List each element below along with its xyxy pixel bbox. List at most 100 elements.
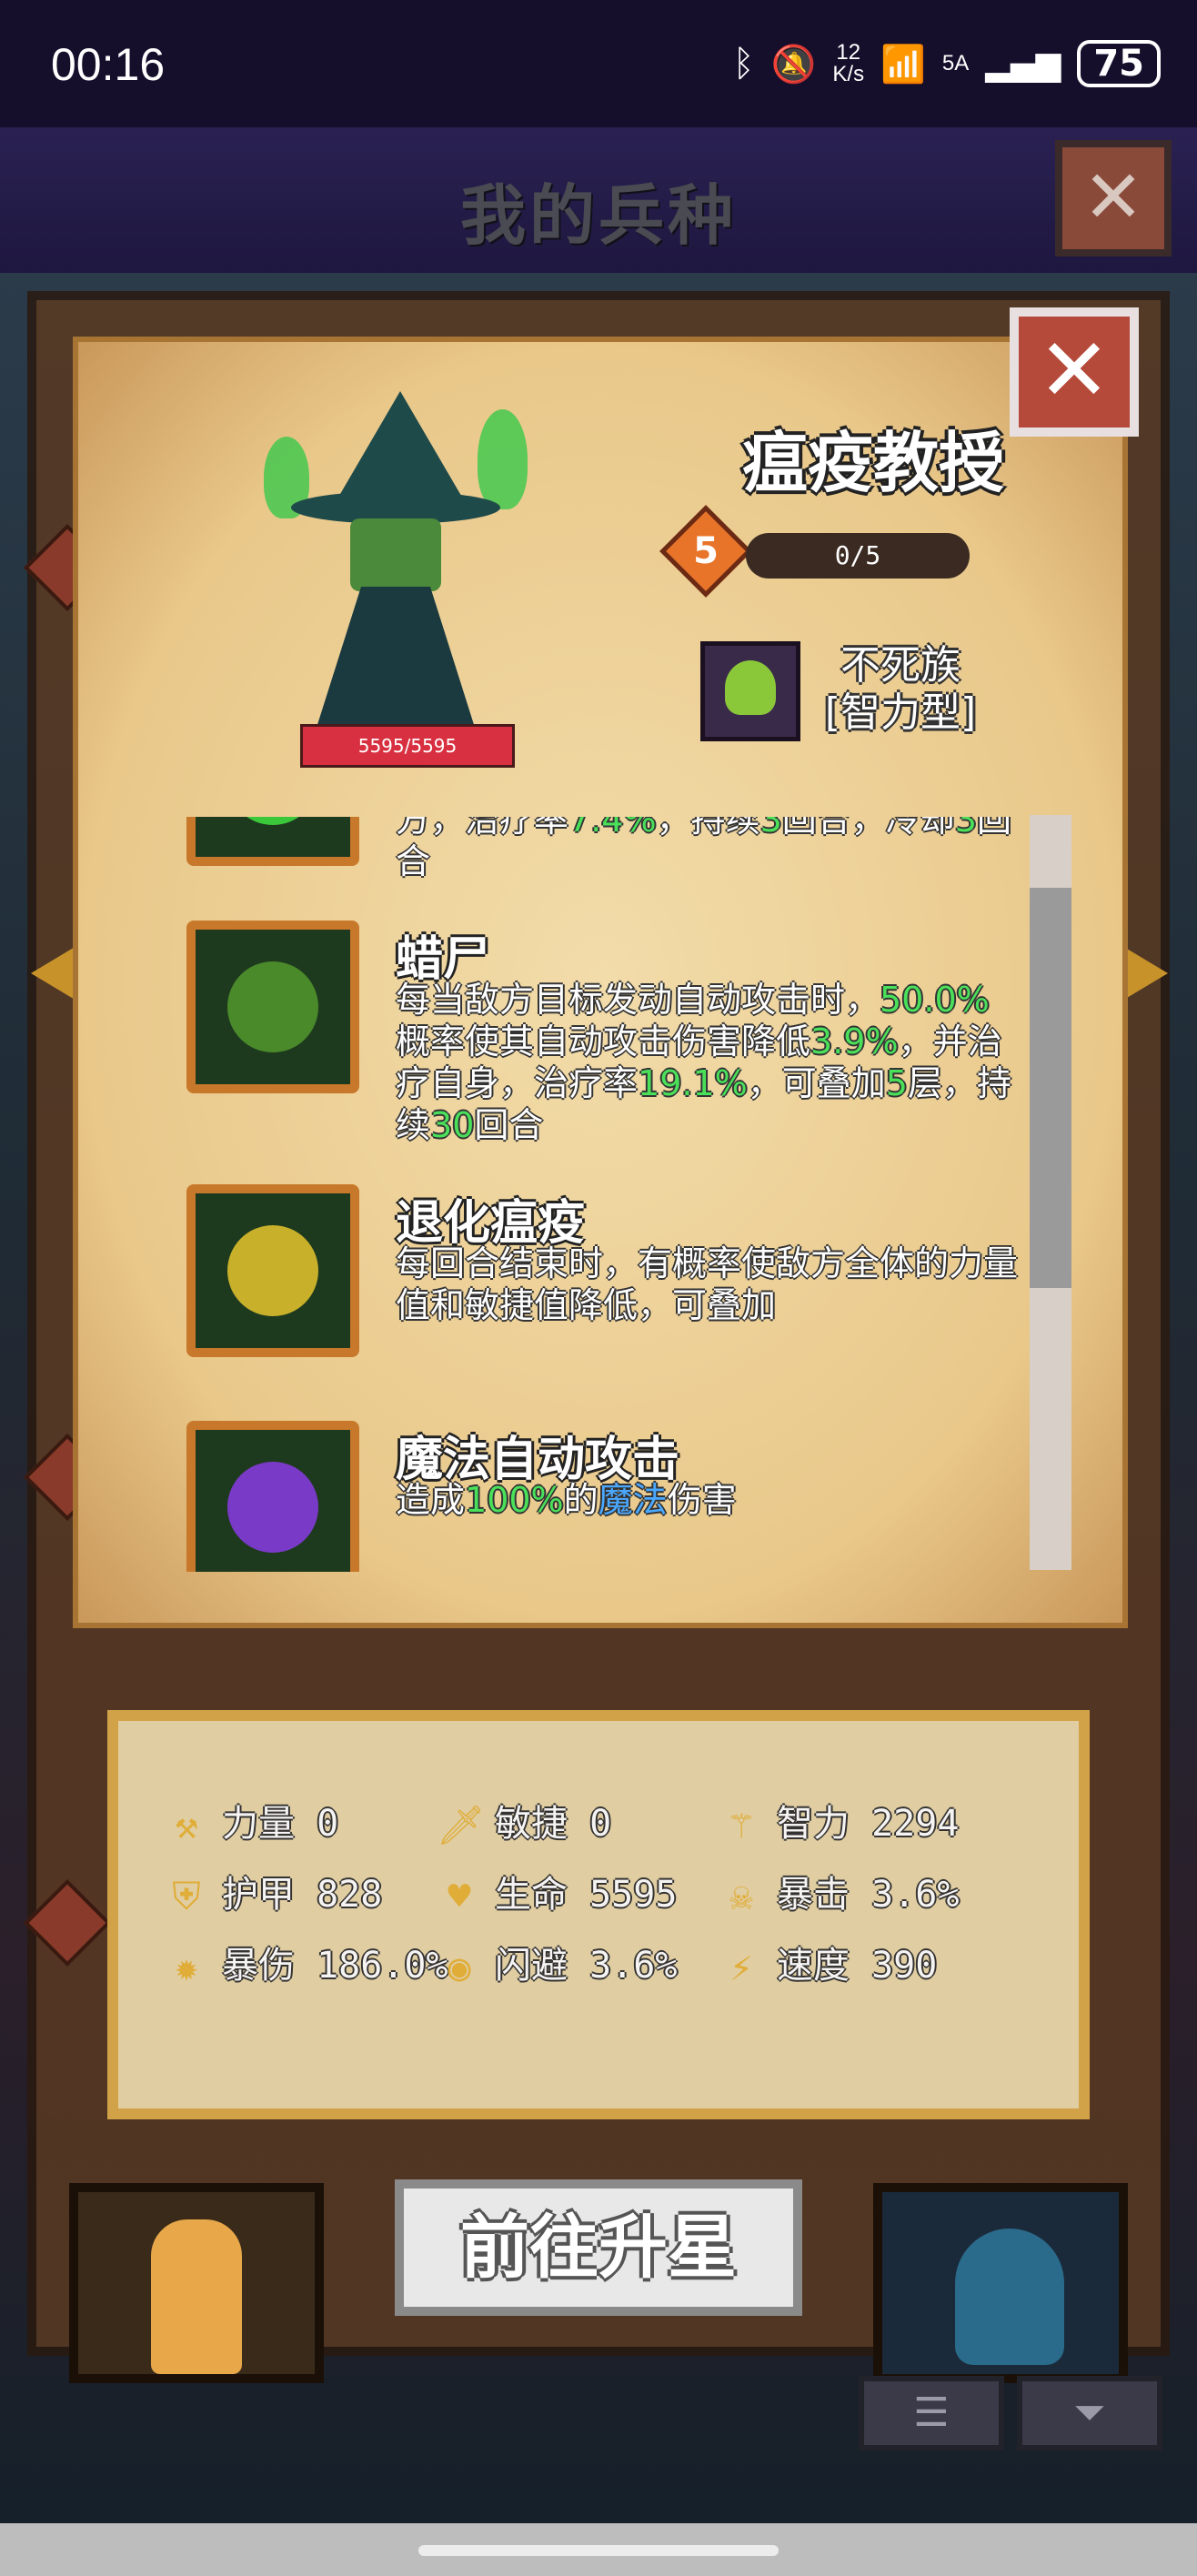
skill-highlight-value: 7.4% [568, 817, 657, 840]
race-type: [智力型] [824, 689, 977, 736]
stat-value: 2294 [871, 1803, 960, 1845]
stat-label: 速度 [777, 1945, 850, 1987]
battery-indicator: 75 [1077, 40, 1161, 87]
clock: 00:16 [51, 39, 166, 90]
agility-icon: 🗡 [437, 1803, 486, 1847]
stat-armor: ⛨ 护甲 828 [164, 1865, 382, 1919]
upgrade-star-button[interactable]: 前往升星 [395, 2179, 802, 2316]
star-level-value: 5 [693, 530, 719, 572]
skill-text: 回合 [474, 1105, 544, 1145]
close-icon[interactable]: ✕ [1055, 140, 1172, 257]
race-name: 不死族 [840, 642, 961, 689]
speed-lightning-icon: ⚡ [729, 1945, 753, 1989]
stat-value: 186.0% [317, 1945, 448, 1987]
skill-highlight-value: 3 [759, 817, 782, 840]
locked-plague-icon[interactable] [186, 1184, 359, 1357]
green-flame-right [478, 409, 528, 509]
filter-button[interactable]: ⏷ [1017, 2376, 1162, 2450]
unit-portrait [264, 382, 528, 773]
network-speed: 12 K/s [832, 42, 864, 86]
mute-bell-icon: 🔕 [770, 43, 817, 86]
skill-text: 造成 [396, 1480, 466, 1520]
skill-icon-art [227, 1462, 318, 1553]
skill-description: 造成100%的魔法伤害 [396, 1479, 1023, 1521]
bluetooth-icon: ᛒ [732, 43, 755, 85]
skill-highlight-value: 50.0% [880, 980, 990, 1020]
skill-highlight-value: 30 [430, 1105, 475, 1145]
skill-text: 的 [563, 1480, 598, 1520]
network-speed-value: 12 [836, 40, 861, 65]
stat-value: 0 [317, 1803, 339, 1845]
stat-value: 3.6% [871, 1874, 960, 1916]
home-gesture-handle[interactable] [418, 2545, 779, 2556]
skill-description: 每回合结束时，有概率使敌方全体的力量值和敏捷值降低，可叠加 [396, 1243, 1023, 1326]
undead-race-icon [700, 641, 800, 741]
skill-description: 降低6.5%，并治疗自身和随机一个友方，治疗率7.4%，持续3回合，冷却3回合 [396, 817, 1023, 882]
skill-list-scrollbar[interactable] [1030, 815, 1071, 1570]
network-speed-unit: K/s [832, 62, 865, 86]
water-elemental-portrait [955, 2229, 1064, 2365]
unit-card[interactable] [873, 2183, 1128, 2383]
stats-panel: ⚒ 力量 0 🗡 敏捷 0 ⚚ 智力 2294 ⛨ 护甲 828 ♥ 生命 5595 ☠ 暴击 3.6… [107, 1710, 1090, 2119]
magic-staff-icon[interactable] [186, 1421, 359, 1572]
skill-highlight-value: 19.1% [638, 1063, 748, 1103]
skill-icon-art [227, 817, 318, 825]
dodge-eye-icon: ◉ [448, 1945, 471, 1989]
cell-signal-icon: ▂▄▆ [985, 45, 1061, 83]
stat-value: 3.6% [589, 1945, 678, 1987]
stat-intelligence: ⚚ 智力 2294 [719, 1794, 959, 1848]
skill-highlight-value: 3 [954, 817, 977, 840]
stat-value: 0 [589, 1803, 612, 1845]
stat-label: 敏捷 [495, 1803, 568, 1845]
stat-crit-skull: ☠ 暴击 3.6% [719, 1865, 959, 1919]
status-bar: 00:16 ᛒ 🔕 12 K/s 📶 5A ▂▄▆ 75 [0, 0, 1197, 127]
stat-life-heart: ♥ 生命 5595 [437, 1865, 677, 1919]
plague-mask [350, 518, 441, 591]
skill-text: 伤害 [667, 1480, 737, 1520]
stat-agility: 🗡 敏捷 0 [437, 1794, 611, 1848]
stat-label: 智力 [777, 1803, 850, 1845]
scrollbar-thumb[interactable] [1030, 888, 1071, 1288]
status-icons: ᛒ 🔕 12 K/s 📶 5A ▂▄▆ 75 [733, 40, 1161, 87]
stat-value: 5595 [589, 1874, 678, 1916]
skill-highlight-value: 魔法 [598, 1480, 668, 1520]
skill-highlight-value: 5 [885, 1063, 908, 1103]
stat-label: 暴伤 [222, 1945, 295, 1987]
strength-icon: ⚒ [175, 1803, 198, 1847]
skill-text: 每当敌方目标发动自动攻击时， [396, 980, 880, 1020]
page-title: 我的兵种 [459, 177, 737, 254]
armor-icon: ⛨ [172, 1874, 201, 1918]
list-view-button[interactable]: ☰ [859, 2376, 1004, 2450]
stat-value: 390 [871, 1945, 938, 1987]
unit-name: 瘟疫教授 [741, 425, 1004, 501]
skill-item: 魔法自动攻击 造成100%的魔法伤害 [173, 1421, 1028, 1572]
skill-item: 降低6.5%，并治疗自身和随机一个友方，治疗率7.4%，持续3回合，冷却3回合 [173, 817, 1028, 893]
hp-bar: 5595/5595 [300, 724, 515, 768]
skill-item: 退化瘟疫 每回合结束时，有概率使敌方全体的力量值和敏捷值降低，可叠加 [173, 1184, 1028, 1394]
unit-card[interactable] [69, 2183, 324, 2383]
stat-label: 力量 [222, 1803, 295, 1845]
skill-item: 蜡尸 每当敌方目标发动自动攻击时，50.0%概率使其自动攻击伤害降低3.9%，并治… [173, 921, 1028, 1157]
skill-highlight-value: 3.9% [810, 1021, 899, 1062]
skill-text: 回合，冷却 [781, 817, 955, 840]
skill-icon-art [227, 1225, 318, 1316]
stat-label: 护甲 [222, 1874, 295, 1916]
skill-description: 每当敌方目标发动自动攻击时，50.0%概率使其自动攻击伤害降低3.9%，并治疗自… [396, 979, 1023, 1146]
zombie-icon[interactable] [186, 921, 359, 1093]
stat-label: 暴击 [777, 1874, 850, 1916]
stat-value: 828 [317, 1874, 383, 1916]
life-heart-icon: ♥ [448, 1874, 471, 1918]
poison-cauldron-icon[interactable] [186, 817, 359, 866]
paladin-portrait [151, 2219, 242, 2374]
skill-list[interactable]: 降低6.5%，并治疗自身和随机一个友方，治疗率7.4%，持续3回合，冷却3回合蜡… [173, 817, 1028, 1572]
stat-strength: ⚒ 力量 0 [164, 1794, 338, 1848]
stat-crit-damage: ✹ 暴伤 186.0% [164, 1936, 448, 1990]
skill-text: ，持续 [656, 817, 760, 840]
wifi-icon: 📶 [880, 43, 926, 86]
stat-label: 闪避 [495, 1945, 568, 1987]
skill-text: ，可叠加 [747, 1063, 886, 1103]
stat-dodge-eye: ◉ 闪避 3.6% [437, 1936, 677, 1990]
race-label: 不死族 [智力型] [810, 642, 991, 737]
title-bar: 我的兵种 ✕ [0, 127, 1197, 273]
stat-speed-lightning: ⚡ 速度 390 [719, 1936, 937, 1990]
